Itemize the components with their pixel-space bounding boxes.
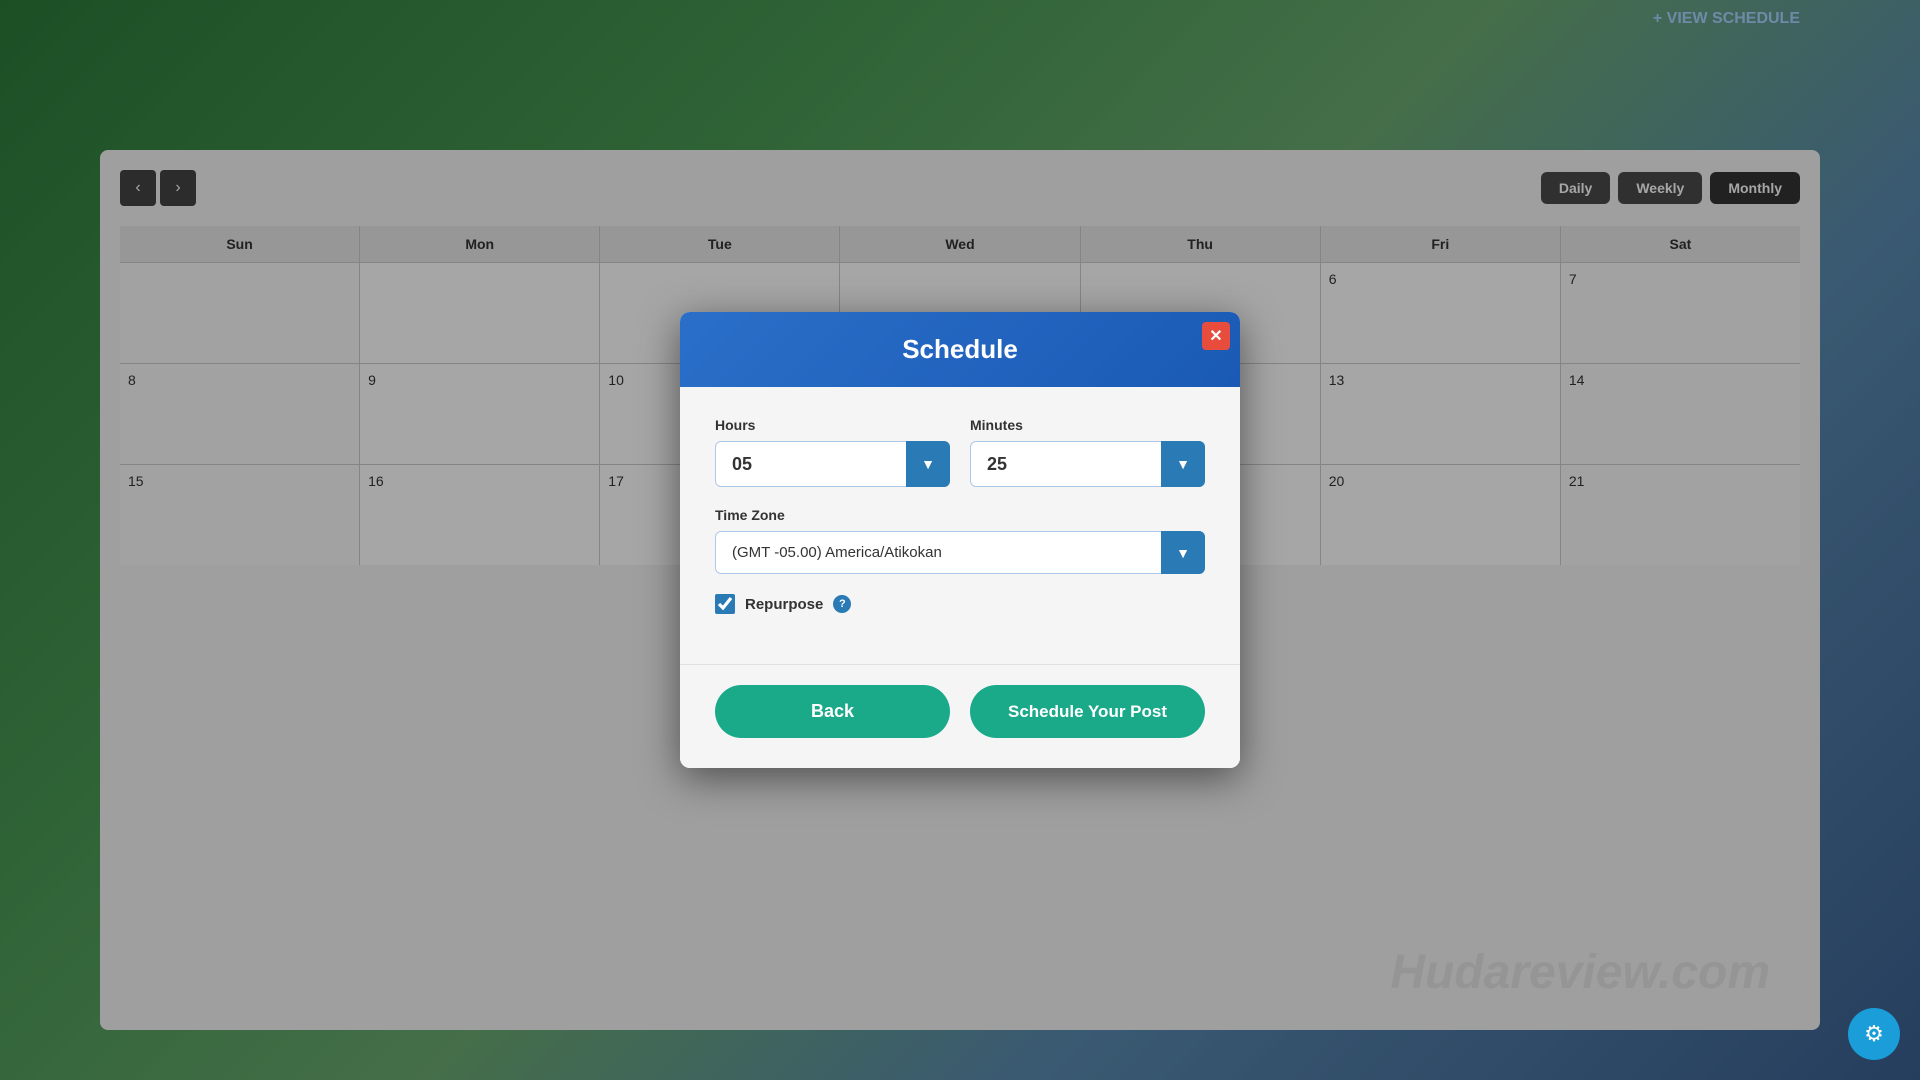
hours-select[interactable]: 05 xyxy=(715,441,950,487)
repurpose-checkbox[interactable] xyxy=(715,594,735,614)
support-button[interactable]: ⚙ xyxy=(1848,1008,1900,1060)
modal-header: Schedule ✕ xyxy=(680,312,1240,387)
modal-title: Schedule xyxy=(902,334,1018,364)
hours-group: Hours 05 xyxy=(715,417,950,487)
modal-body: Hours 05 Minutes 25 Tim xyxy=(680,387,1240,664)
minutes-select-wrapper: 25 xyxy=(970,441,1205,487)
timezone-select[interactable]: (GMT -05.00) America/Atikokan xyxy=(715,531,1205,574)
repurpose-label: Repurpose xyxy=(745,596,823,613)
hours-label: Hours xyxy=(715,417,950,433)
repurpose-info-icon[interactable]: ? xyxy=(833,595,851,613)
time-row: Hours 05 Minutes 25 xyxy=(715,417,1205,487)
minutes-label: Minutes xyxy=(970,417,1205,433)
hours-select-wrapper: 05 xyxy=(715,441,950,487)
minutes-select[interactable]: 25 xyxy=(970,441,1205,487)
timezone-label: Time Zone xyxy=(715,507,1205,523)
minutes-group: Minutes 25 xyxy=(970,417,1205,487)
schedule-your-post-button[interactable]: Schedule Your Post xyxy=(970,685,1205,738)
modal-close-button[interactable]: ✕ xyxy=(1202,322,1230,350)
schedule-modal: Schedule ✕ Hours 05 Minutes 25 xyxy=(680,312,1240,768)
timezone-group: Time Zone (GMT -05.00) America/Atikokan xyxy=(715,507,1205,574)
repurpose-row: Repurpose ? xyxy=(715,594,1205,614)
support-icon: ⚙ xyxy=(1864,1021,1884,1047)
timezone-select-wrapper: (GMT -05.00) America/Atikokan xyxy=(715,531,1205,574)
modal-footer: Back Schedule Your Post Click here to fi… xyxy=(680,664,1240,768)
back-button[interactable]: Back xyxy=(715,685,950,738)
